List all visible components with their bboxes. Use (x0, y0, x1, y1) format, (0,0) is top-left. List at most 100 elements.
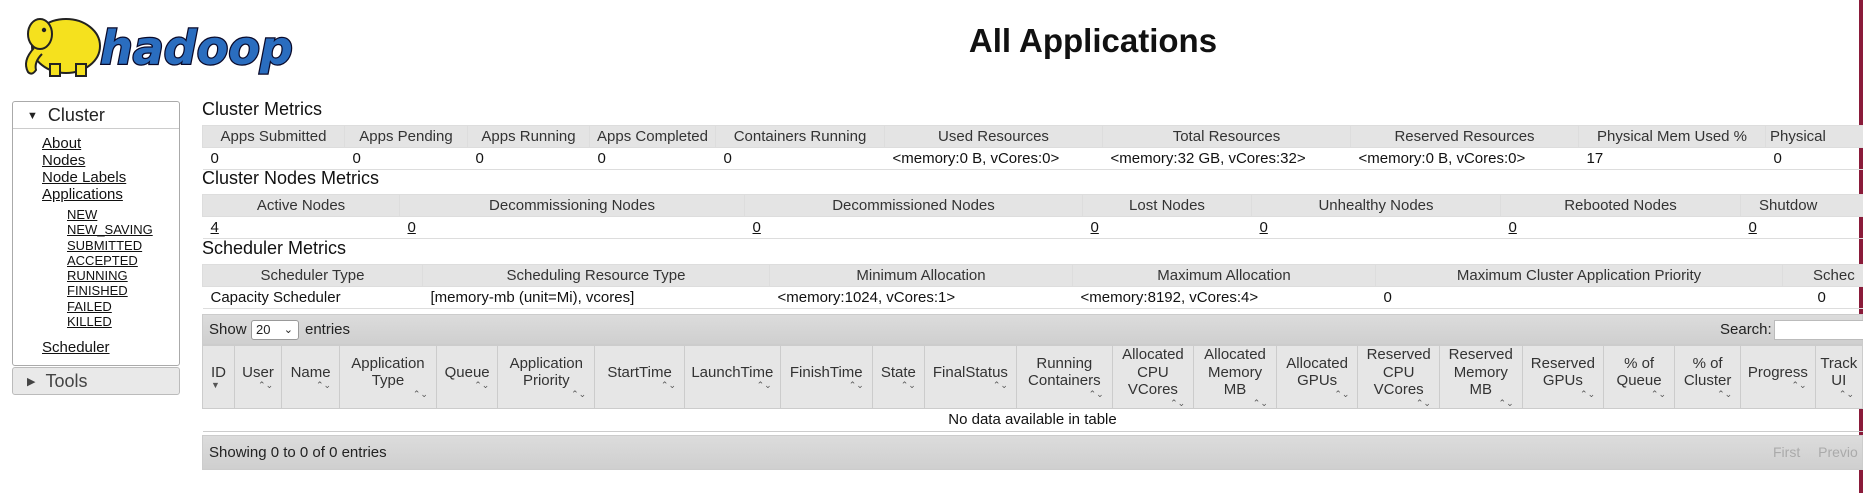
shutdown-nodes-link[interactable]: 0 (1749, 219, 1757, 236)
cluster-metrics-value: <memory:0 B, vCores:0> (884, 147, 1103, 170)
chevron-down-icon: ⌄ (283, 324, 293, 336)
nav-link-state-new[interactable]: NEW (67, 207, 179, 222)
column-header[interactable]: State ⌃⌄ (871, 345, 925, 409)
nav-link-state-accepted[interactable]: ACCEPTED (67, 253, 179, 268)
sort-both-icon: ⌃⌄ (1838, 388, 1854, 399)
scheduler-metrics-table: Scheduler Type Scheduling Resource Type … (202, 264, 1863, 309)
column-header-label: ID (210, 363, 226, 381)
cluster-nav-header[interactable]: ▼ Cluster (13, 102, 179, 129)
applications-table: ID ▼ User ⌃⌄ Name ⌃⌄ Application Type ⌃⌄ Queue ⌃⌄… (202, 345, 1863, 432)
column-header[interactable]: Application Type ⌃⌄ (339, 345, 437, 409)
scheduler-metrics-value: [memory-mb (unit=Mi), vcores] (422, 286, 770, 309)
column-header-label: State (880, 363, 916, 381)
column-header-label: Application Type (351, 354, 425, 390)
decommissioned-nodes-link[interactable]: 0 (753, 219, 761, 236)
cluster-metrics-value: 0 (467, 147, 590, 170)
nav-link-state-killed[interactable]: KILLED (67, 314, 179, 329)
empty-table-message: No data available in table (202, 408, 1863, 432)
cluster-metrics-header: Apps Running (467, 125, 590, 148)
column-header-label: User (242, 363, 274, 381)
sort-both-icon: ⌃⌄ (1334, 388, 1350, 399)
cluster-metrics-header: Used Resources (884, 125, 1103, 148)
column-header[interactable]: StartTime ⌃⌄ (594, 345, 685, 409)
sort-both-icon: ⌃⌄ (1791, 380, 1807, 390)
column-header[interactable]: Progress ⌃⌄ (1740, 345, 1816, 409)
column-header-label: % of Cluster (1683, 354, 1732, 390)
cluster-metrics-header: Apps Submitted (202, 125, 345, 148)
column-header[interactable]: Name ⌃⌄ (281, 345, 341, 409)
scheduler-metrics-value: <memory:1024, vCores:1> (769, 286, 1073, 309)
cluster-metrics-value: 0 (589, 147, 716, 170)
scheduler-metrics-value: 0 (1782, 286, 1863, 309)
column-header[interactable]: User ⌃⌄ (233, 345, 283, 409)
scheduler-metrics-value: 0 (1375, 286, 1783, 309)
column-header[interactable]: Reserved Memory MB ⌃⌄ (1438, 345, 1523, 409)
column-header-label: Allocated GPUs (1286, 354, 1348, 390)
column-header[interactable]: Reserved CPU VCores ⌃⌄ (1357, 345, 1440, 409)
nav-link-applications[interactable]: Applications (42, 186, 179, 203)
active-nodes-link[interactable]: 4 (211, 219, 219, 236)
column-header-label: % of Queue (1616, 354, 1662, 390)
nodes-metrics-header: Lost Nodes (1082, 194, 1252, 217)
column-header-label: Reserved Memory MB (1448, 346, 1513, 398)
column-header[interactable]: % of Queue ⌃⌄ (1603, 345, 1676, 409)
sort-both-icon: ⌃⌄ (1088, 388, 1104, 399)
unhealthy-nodes-link[interactable]: 0 (1260, 219, 1268, 236)
sort-both-icon: ⌃⌄ (1717, 388, 1733, 399)
search-input[interactable] (1774, 320, 1863, 340)
column-header-label: Queue (444, 363, 490, 381)
nav-link-state-new-saving[interactable]: NEW_SAVING (67, 222, 179, 237)
nav-link-state-submitted[interactable]: SUBMITTED (67, 238, 179, 253)
cluster-metrics-value: <memory:0 B, vCores:0> (1350, 147, 1579, 170)
show-label: Show (209, 321, 247, 338)
sort-both-icon: ⌃⌄ (1498, 397, 1514, 408)
column-header[interactable]: Allocated GPUs ⌃⌄ (1275, 345, 1359, 409)
nav-link-scheduler[interactable]: Scheduler (42, 339, 179, 356)
scheduler-metrics-header: Scheduler Type (202, 264, 423, 287)
cluster-metrics-header: Total Resources (1102, 125, 1351, 148)
rebooted-nodes-link[interactable]: 0 (1509, 219, 1517, 236)
cluster-metrics-value: <memory:32 GB, vCores:32> (1102, 147, 1351, 170)
column-header[interactable]: FinishTime ⌃⌄ (779, 345, 873, 409)
nav-link-state-failed[interactable]: FAILED (67, 299, 179, 314)
nav-link-about[interactable]: About (42, 135, 179, 152)
column-header[interactable]: Allocated Memory MB ⌃⌄ (1193, 345, 1277, 409)
column-header[interactable]: Track UI ⌃⌄ (1814, 345, 1863, 409)
table-footer: Showing 0 to 0 of 0 entries First Previo (202, 434, 1863, 470)
sort-both-icon: ⌃⌄ (315, 380, 332, 390)
sort-both-icon: ⌃⌄ (258, 380, 274, 390)
pager-first-button[interactable]: First (1773, 444, 1800, 460)
lost-nodes-link[interactable]: 0 (1091, 219, 1099, 236)
nav-link-node-labels[interactable]: Node Labels (42, 169, 179, 186)
column-header-label: FinishTime (789, 363, 863, 381)
cluster-metrics-value: 0 (715, 147, 885, 170)
column-header[interactable]: % of Cluster ⌃⌄ (1674, 345, 1742, 409)
column-header[interactable]: FinalStatus ⌃⌄ (923, 345, 1017, 409)
expand-triangle-icon: ▶ (27, 376, 36, 388)
column-header-label: FinalStatus (932, 363, 1008, 381)
cluster-nav-label: Cluster (47, 105, 105, 125)
nav-link-state-running[interactable]: RUNNING (67, 268, 179, 283)
column-header[interactable]: Allocated CPU VCores ⌃⌄ (1111, 345, 1195, 409)
column-header[interactable]: Queue ⌃⌄ (435, 345, 499, 409)
pager-previous-button[interactable]: Previo (1818, 444, 1858, 460)
decommissioning-nodes-link[interactable]: 0 (408, 219, 416, 236)
column-header[interactable]: Running Containers ⌃⌄ (1015, 345, 1113, 409)
column-header-label: Track UI (1820, 354, 1858, 390)
column-header[interactable]: LaunchTime ⌃⌄ (684, 345, 781, 409)
cluster-metrics-header: Physical (1765, 125, 1863, 148)
column-header[interactable]: Application Priority ⌃⌄ (497, 345, 596, 409)
sort-both-icon: ⌃⌄ (992, 380, 1008, 390)
nav-link-nodes[interactable]: Nodes (42, 152, 179, 169)
column-header[interactable]: Reserved GPUs ⌃⌄ (1521, 345, 1605, 409)
nodes-metrics-header: Unhealthy Nodes (1251, 194, 1501, 217)
cluster-nav-panel: ▼ Cluster About Nodes Node Labels Applica… (12, 101, 180, 366)
sort-both-icon: ⌃⌄ (660, 380, 676, 390)
scheduler-metrics-header: Minimum Allocation (769, 264, 1073, 287)
nav-link-state-finished[interactable]: FINISHED (67, 283, 179, 298)
page-size-select[interactable]: 20 ⌄ (251, 320, 299, 340)
column-header[interactable]: ID ▼ (202, 345, 235, 409)
tools-nav-panel[interactable]: ▶ Tools (12, 367, 180, 395)
nodes-metrics-header: Decommissioned Nodes (744, 194, 1083, 217)
column-header-label: Allocated Memory MB (1204, 346, 1266, 398)
